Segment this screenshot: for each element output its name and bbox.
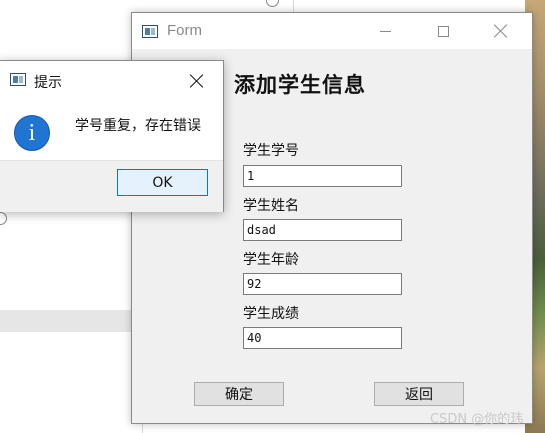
student-id-input[interactable]: 1 bbox=[243, 165, 402, 187]
student-score-input[interactable]: 40 bbox=[243, 327, 402, 349]
student-name-input[interactable]: dsad bbox=[243, 219, 402, 241]
confirm-button[interactable]: 确定 bbox=[194, 382, 284, 406]
message-box-footer: OK bbox=[0, 160, 223, 212]
maximize-button[interactable] bbox=[420, 13, 466, 49]
watermark: CSDN @你的玮 bbox=[430, 412, 524, 427]
message-box-title: 提示 bbox=[34, 75, 62, 91]
info-icon: i bbox=[14, 115, 50, 151]
radio-button[interactable] bbox=[266, 0, 279, 7]
form-titlebar[interactable]: Form bbox=[132, 13, 532, 49]
form-heading: 添加学生信息 bbox=[234, 72, 366, 97]
student-name-label: 学生姓名 bbox=[243, 198, 299, 214]
form-window-title: Form bbox=[167, 22, 202, 39]
minimize-icon bbox=[379, 30, 391, 32]
message-box-titlebar[interactable]: 提示 bbox=[0, 61, 223, 99]
minimize-button[interactable] bbox=[362, 13, 408, 49]
ok-button[interactable]: OK bbox=[117, 169, 208, 196]
back-button[interactable]: 返回 bbox=[374, 382, 464, 406]
student-age-input[interactable]: 92 bbox=[243, 273, 402, 295]
message-box: 提示 i 学号重复，存在错误 OK bbox=[0, 60, 224, 212]
message-box-close-button[interactable] bbox=[185, 69, 209, 93]
radio-button[interactable] bbox=[0, 212, 7, 225]
close-icon bbox=[494, 24, 508, 38]
maximize-icon bbox=[437, 25, 449, 37]
student-age-label: 学生年龄 bbox=[243, 252, 299, 268]
app-window-icon bbox=[142, 25, 158, 38]
app-window-icon bbox=[10, 73, 26, 86]
message-text: 学号重复，存在错误 bbox=[75, 118, 201, 134]
close-button[interactable] bbox=[478, 13, 524, 49]
student-id-label: 学生学号 bbox=[243, 143, 299, 159]
close-icon bbox=[190, 74, 204, 88]
student-score-label: 学生成绩 bbox=[243, 306, 299, 322]
